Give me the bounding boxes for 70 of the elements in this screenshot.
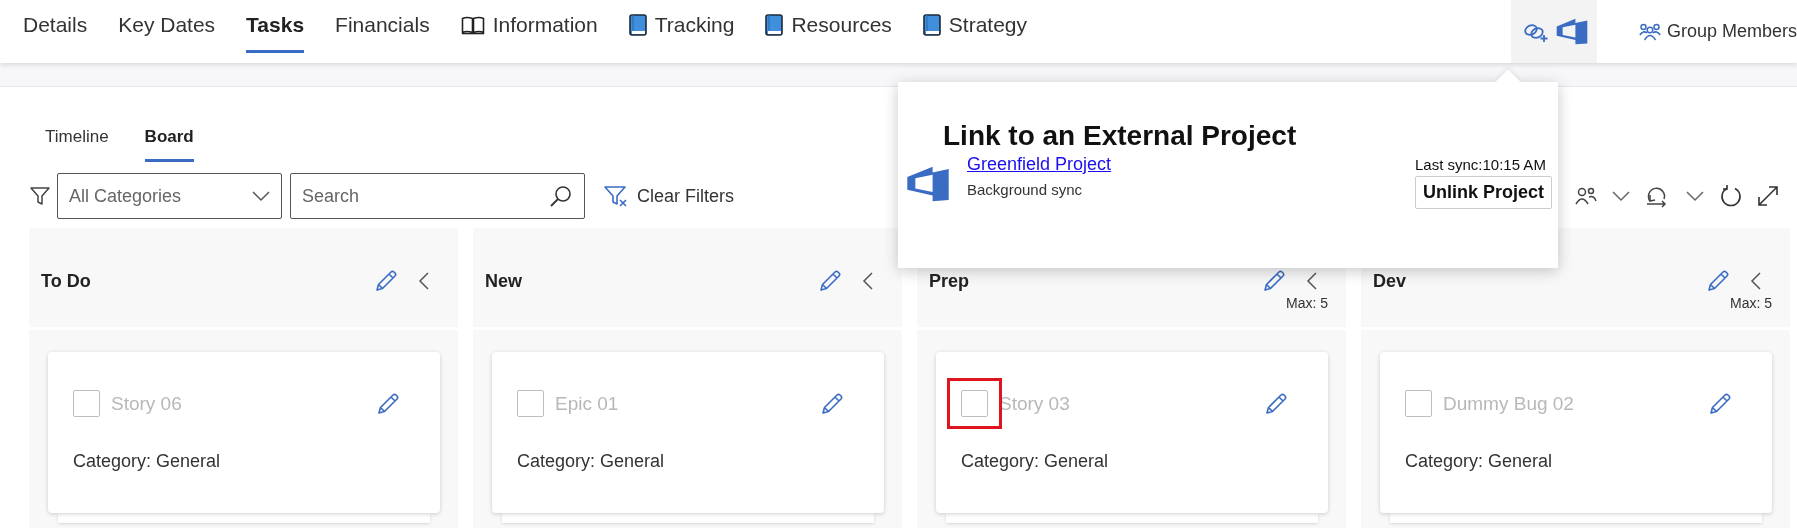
- category-dropdown[interactable]: All Categories: [57, 173, 282, 219]
- filter-clear-icon: [603, 184, 629, 208]
- chevron-down-icon: [1611, 190, 1631, 202]
- card-category: Category: General: [73, 451, 222, 472]
- view-tab[interactable]: Board: [144, 121, 194, 162]
- chevron-left-icon[interactable]: [862, 271, 874, 291]
- card-title: Dummy Bug 02: [1443, 392, 1575, 415]
- card-category: Category: General: [1405, 451, 1554, 472]
- card-title: Epic 01: [555, 392, 620, 415]
- task-card[interactable]: Story 06 Category: General: [48, 352, 440, 513]
- pencil-icon[interactable]: [374, 269, 398, 293]
- sync-mode: Background sync: [967, 181, 1084, 198]
- pencil-icon[interactable]: [1264, 391, 1288, 416]
- book-icon: [765, 14, 784, 36]
- column-title: Dev: [1373, 270, 1407, 292]
- card-title: Story 03: [999, 392, 1071, 415]
- chevron-left-icon[interactable]: [418, 271, 430, 291]
- chevron-down-icon: [251, 190, 271, 202]
- nav-tab[interactable]: Key Dates: [118, 0, 216, 53]
- nav-tab[interactable]: Financials: [335, 0, 430, 53]
- project-link[interactable]: Greenfield Project: [967, 154, 1112, 174]
- group-members-button[interactable]: Group Members: [1638, 0, 1797, 63]
- open-book-icon: [460, 15, 485, 35]
- nav-tab[interactable]: Tasks: [246, 0, 305, 53]
- search-icon: [549, 184, 573, 208]
- task-card[interactable]: Epic 01 Category: General: [492, 352, 884, 513]
- checkbox[interactable]: [1405, 390, 1432, 417]
- card-title: Story 06: [111, 392, 183, 415]
- pencil-icon[interactable]: [1706, 269, 1730, 293]
- column-limit: Max: 5: [1729, 295, 1772, 311]
- nav-tab[interactable]: Details: [23, 0, 88, 53]
- nav-tab[interactable]: Strategy: [922, 0, 1028, 53]
- chevron-left-icon[interactable]: [1306, 271, 1318, 291]
- view-tab[interactable]: Timeline: [45, 121, 109, 162]
- card-category: Category: General: [517, 451, 666, 472]
- group-icon: [1638, 22, 1661, 41]
- nav-tab[interactable]: Resources: [765, 0, 892, 53]
- link-project-button[interactable]: [1510, 0, 1597, 63]
- pencil-icon[interactable]: [1262, 269, 1286, 293]
- expand-icon[interactable]: [1757, 185, 1779, 207]
- task-card[interactable]: Story 03 Category: General: [936, 352, 1328, 513]
- pencil-icon[interactable]: [1708, 391, 1732, 416]
- task-card[interactable]: Dummy Bug 02 Category: General: [1380, 352, 1772, 513]
- checkbox[interactable]: [73, 390, 100, 417]
- checkbox[interactable]: [517, 390, 544, 417]
- pencil-icon[interactable]: [820, 391, 844, 416]
- project-logo-icon: [905, 164, 951, 204]
- people-icon[interactable]: [1575, 185, 1597, 207]
- column-limit: Max: 5: [1285, 295, 1328, 311]
- card-category: Category: General: [961, 451, 1110, 472]
- pencil-icon[interactable]: [376, 391, 400, 416]
- chevron-left-icon[interactable]: [1750, 271, 1762, 291]
- nav-tab[interactable]: Tracking: [628, 0, 735, 53]
- last-sync-time: Last sync:10:15 AM: [1414, 156, 1546, 173]
- column-title: To Do: [41, 270, 91, 292]
- refresh-icon[interactable]: [1719, 184, 1743, 208]
- nav-tab[interactable]: Information: [460, 0, 598, 53]
- project-logo-icon: [1554, 17, 1589, 46]
- search-field[interactable]: Search: [290, 173, 585, 219]
- column-title: New: [485, 270, 522, 292]
- pencil-icon[interactable]: [818, 269, 842, 293]
- checkbox[interactable]: [961, 390, 988, 417]
- book-icon: [628, 14, 647, 36]
- unlink-button[interactable]: Unlink Project: [1414, 176, 1552, 209]
- column-title: Prep: [929, 270, 970, 292]
- filter-icon[interactable]: [29, 185, 51, 207]
- clear-filters-button[interactable]: Clear Filters: [603, 184, 734, 208]
- popup-title: Link to an External Project: [942, 120, 1298, 152]
- book-icon: [922, 14, 941, 36]
- chevron-down-icon: [1685, 190, 1705, 202]
